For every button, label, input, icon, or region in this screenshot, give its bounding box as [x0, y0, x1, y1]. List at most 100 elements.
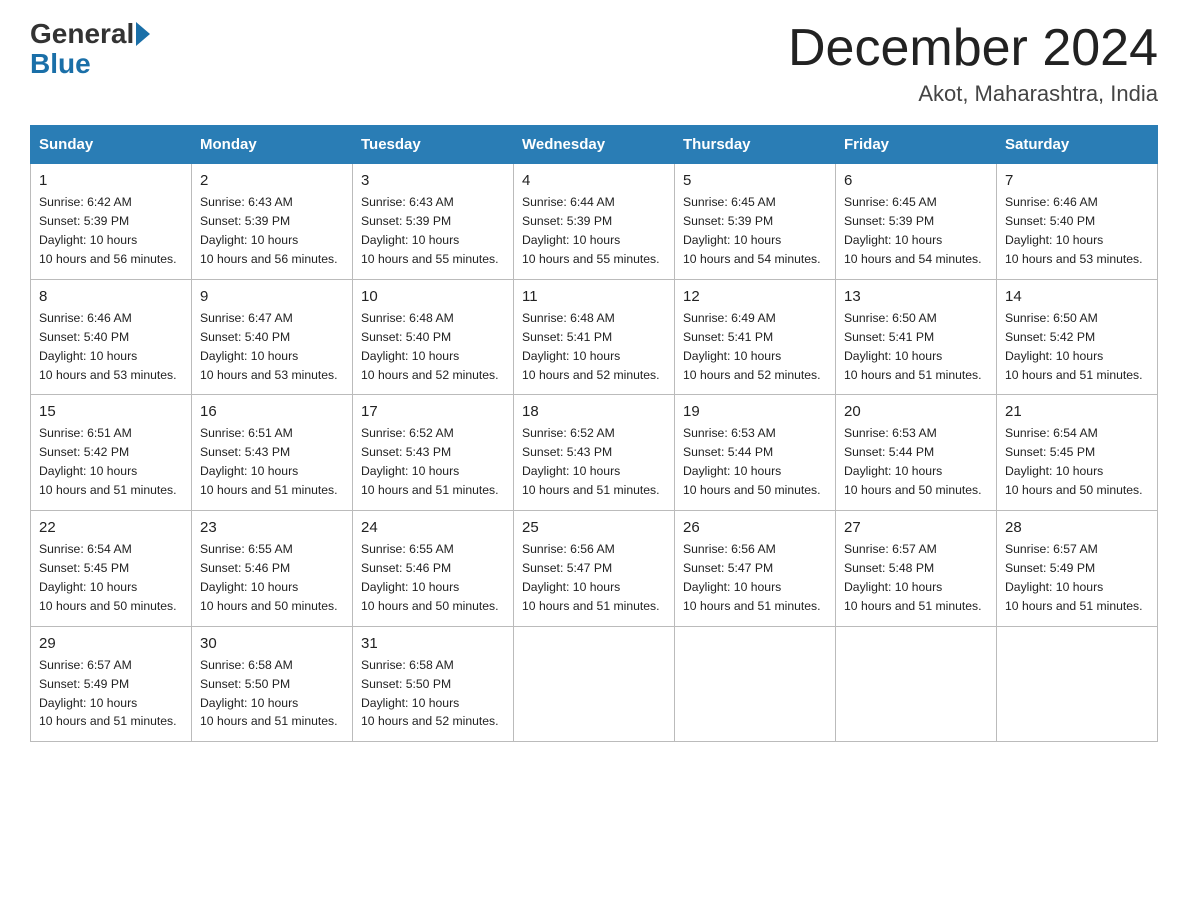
calendar-week-row: 1 Sunrise: 6:42 AMSunset: 5:39 PMDayligh…	[31, 164, 1158, 280]
day-number: 17	[361, 403, 505, 420]
calendar-cell: 27 Sunrise: 6:57 AMSunset: 5:48 PMDaylig…	[836, 511, 997, 627]
calendar-cell: 14 Sunrise: 6:50 AMSunset: 5:42 PMDaylig…	[997, 279, 1158, 395]
day-number: 25	[522, 519, 666, 536]
day-info: Sunrise: 6:55 AMSunset: 5:46 PMDaylight:…	[200, 540, 344, 616]
day-number: 23	[200, 519, 344, 536]
day-number: 14	[1005, 288, 1149, 305]
logo-general-text: General	[30, 20, 134, 48]
day-number: 16	[200, 403, 344, 420]
day-number: 2	[200, 172, 344, 189]
calendar-cell: 13 Sunrise: 6:50 AMSunset: 5:41 PMDaylig…	[836, 279, 997, 395]
calendar-cell: 18 Sunrise: 6:52 AMSunset: 5:43 PMDaylig…	[514, 395, 675, 511]
day-info: Sunrise: 6:54 AMSunset: 5:45 PMDaylight:…	[39, 540, 183, 616]
calendar-cell: 10 Sunrise: 6:48 AMSunset: 5:40 PMDaylig…	[353, 279, 514, 395]
day-info: Sunrise: 6:51 AMSunset: 5:42 PMDaylight:…	[39, 424, 183, 500]
logo: General Blue	[30, 20, 152, 80]
col-header-monday: Monday	[192, 126, 353, 164]
calendar-cell: 22 Sunrise: 6:54 AMSunset: 5:45 PMDaylig…	[31, 511, 192, 627]
day-number: 31	[361, 635, 505, 652]
day-info: Sunrise: 6:58 AMSunset: 5:50 PMDaylight:…	[361, 656, 505, 732]
calendar-week-row: 15 Sunrise: 6:51 AMSunset: 5:42 PMDaylig…	[31, 395, 1158, 511]
day-number: 1	[39, 172, 183, 189]
day-info: Sunrise: 6:54 AMSunset: 5:45 PMDaylight:…	[1005, 424, 1149, 500]
calendar-cell: 28 Sunrise: 6:57 AMSunset: 5:49 PMDaylig…	[997, 511, 1158, 627]
day-number: 20	[844, 403, 988, 420]
day-info: Sunrise: 6:53 AMSunset: 5:44 PMDaylight:…	[683, 424, 827, 500]
calendar-cell	[836, 626, 997, 742]
calendar-cell: 12 Sunrise: 6:49 AMSunset: 5:41 PMDaylig…	[675, 279, 836, 395]
title-block: December 2024 Akot, Maharashtra, India	[788, 20, 1158, 107]
day-info: Sunrise: 6:43 AMSunset: 5:39 PMDaylight:…	[361, 193, 505, 269]
day-info: Sunrise: 6:45 AMSunset: 5:39 PMDaylight:…	[844, 193, 988, 269]
col-header-thursday: Thursday	[675, 126, 836, 164]
day-info: Sunrise: 6:55 AMSunset: 5:46 PMDaylight:…	[361, 540, 505, 616]
day-info: Sunrise: 6:52 AMSunset: 5:43 PMDaylight:…	[522, 424, 666, 500]
calendar-cell: 17 Sunrise: 6:52 AMSunset: 5:43 PMDaylig…	[353, 395, 514, 511]
day-number: 29	[39, 635, 183, 652]
day-number: 30	[200, 635, 344, 652]
day-info: Sunrise: 6:44 AMSunset: 5:39 PMDaylight:…	[522, 193, 666, 269]
calendar-cell: 30 Sunrise: 6:58 AMSunset: 5:50 PMDaylig…	[192, 626, 353, 742]
calendar-cell: 9 Sunrise: 6:47 AMSunset: 5:40 PMDayligh…	[192, 279, 353, 395]
day-info: Sunrise: 6:51 AMSunset: 5:43 PMDaylight:…	[200, 424, 344, 500]
calendar-cell: 23 Sunrise: 6:55 AMSunset: 5:46 PMDaylig…	[192, 511, 353, 627]
day-info: Sunrise: 6:46 AMSunset: 5:40 PMDaylight:…	[1005, 193, 1149, 269]
day-number: 7	[1005, 172, 1149, 189]
day-info: Sunrise: 6:43 AMSunset: 5:39 PMDaylight:…	[200, 193, 344, 269]
day-info: Sunrise: 6:46 AMSunset: 5:40 PMDaylight:…	[39, 309, 183, 385]
calendar-cell: 2 Sunrise: 6:43 AMSunset: 5:39 PMDayligh…	[192, 164, 353, 280]
logo-blue-text: Blue	[30, 48, 91, 80]
calendar-cell	[514, 626, 675, 742]
day-info: Sunrise: 6:56 AMSunset: 5:47 PMDaylight:…	[522, 540, 666, 616]
calendar-cell: 20 Sunrise: 6:53 AMSunset: 5:44 PMDaylig…	[836, 395, 997, 511]
calendar-cell: 3 Sunrise: 6:43 AMSunset: 5:39 PMDayligh…	[353, 164, 514, 280]
day-number: 28	[1005, 519, 1149, 536]
calendar-week-row: 8 Sunrise: 6:46 AMSunset: 5:40 PMDayligh…	[31, 279, 1158, 395]
day-number: 10	[361, 288, 505, 305]
month-title: December 2024	[788, 20, 1158, 77]
day-info: Sunrise: 6:49 AMSunset: 5:41 PMDaylight:…	[683, 309, 827, 385]
day-info: Sunrise: 6:50 AMSunset: 5:41 PMDaylight:…	[844, 309, 988, 385]
location-text: Akot, Maharashtra, India	[788, 81, 1158, 107]
day-info: Sunrise: 6:42 AMSunset: 5:39 PMDaylight:…	[39, 193, 183, 269]
day-info: Sunrise: 6:57 AMSunset: 5:49 PMDaylight:…	[1005, 540, 1149, 616]
calendar-week-row: 22 Sunrise: 6:54 AMSunset: 5:45 PMDaylig…	[31, 511, 1158, 627]
day-number: 11	[522, 288, 666, 305]
calendar-cell: 19 Sunrise: 6:53 AMSunset: 5:44 PMDaylig…	[675, 395, 836, 511]
col-header-tuesday: Tuesday	[353, 126, 514, 164]
day-info: Sunrise: 6:45 AMSunset: 5:39 PMDaylight:…	[683, 193, 827, 269]
page-header: General Blue December 2024 Akot, Maharas…	[30, 20, 1158, 107]
day-info: Sunrise: 6:47 AMSunset: 5:40 PMDaylight:…	[200, 309, 344, 385]
day-number: 18	[522, 403, 666, 420]
calendar-cell: 31 Sunrise: 6:58 AMSunset: 5:50 PMDaylig…	[353, 626, 514, 742]
calendar-table: SundayMondayTuesdayWednesdayThursdayFrid…	[30, 125, 1158, 742]
calendar-cell: 25 Sunrise: 6:56 AMSunset: 5:47 PMDaylig…	[514, 511, 675, 627]
day-number: 21	[1005, 403, 1149, 420]
day-number: 12	[683, 288, 827, 305]
day-number: 4	[522, 172, 666, 189]
calendar-cell: 24 Sunrise: 6:55 AMSunset: 5:46 PMDaylig…	[353, 511, 514, 627]
day-number: 3	[361, 172, 505, 189]
calendar-cell: 29 Sunrise: 6:57 AMSunset: 5:49 PMDaylig…	[31, 626, 192, 742]
calendar-cell: 1 Sunrise: 6:42 AMSunset: 5:39 PMDayligh…	[31, 164, 192, 280]
day-info: Sunrise: 6:50 AMSunset: 5:42 PMDaylight:…	[1005, 309, 1149, 385]
calendar-cell: 11 Sunrise: 6:48 AMSunset: 5:41 PMDaylig…	[514, 279, 675, 395]
calendar-cell: 16 Sunrise: 6:51 AMSunset: 5:43 PMDaylig…	[192, 395, 353, 511]
day-number: 24	[361, 519, 505, 536]
calendar-cell: 26 Sunrise: 6:56 AMSunset: 5:47 PMDaylig…	[675, 511, 836, 627]
calendar-cell: 6 Sunrise: 6:45 AMSunset: 5:39 PMDayligh…	[836, 164, 997, 280]
calendar-week-row: 29 Sunrise: 6:57 AMSunset: 5:49 PMDaylig…	[31, 626, 1158, 742]
day-number: 13	[844, 288, 988, 305]
col-header-saturday: Saturday	[997, 126, 1158, 164]
calendar-cell	[675, 626, 836, 742]
day-number: 9	[200, 288, 344, 305]
day-info: Sunrise: 6:57 AMSunset: 5:48 PMDaylight:…	[844, 540, 988, 616]
calendar-cell: 7 Sunrise: 6:46 AMSunset: 5:40 PMDayligh…	[997, 164, 1158, 280]
col-header-friday: Friday	[836, 126, 997, 164]
day-number: 27	[844, 519, 988, 536]
day-number: 19	[683, 403, 827, 420]
day-number: 6	[844, 172, 988, 189]
col-header-sunday: Sunday	[31, 126, 192, 164]
calendar-header-row: SundayMondayTuesdayWednesdayThursdayFrid…	[31, 126, 1158, 164]
day-number: 5	[683, 172, 827, 189]
